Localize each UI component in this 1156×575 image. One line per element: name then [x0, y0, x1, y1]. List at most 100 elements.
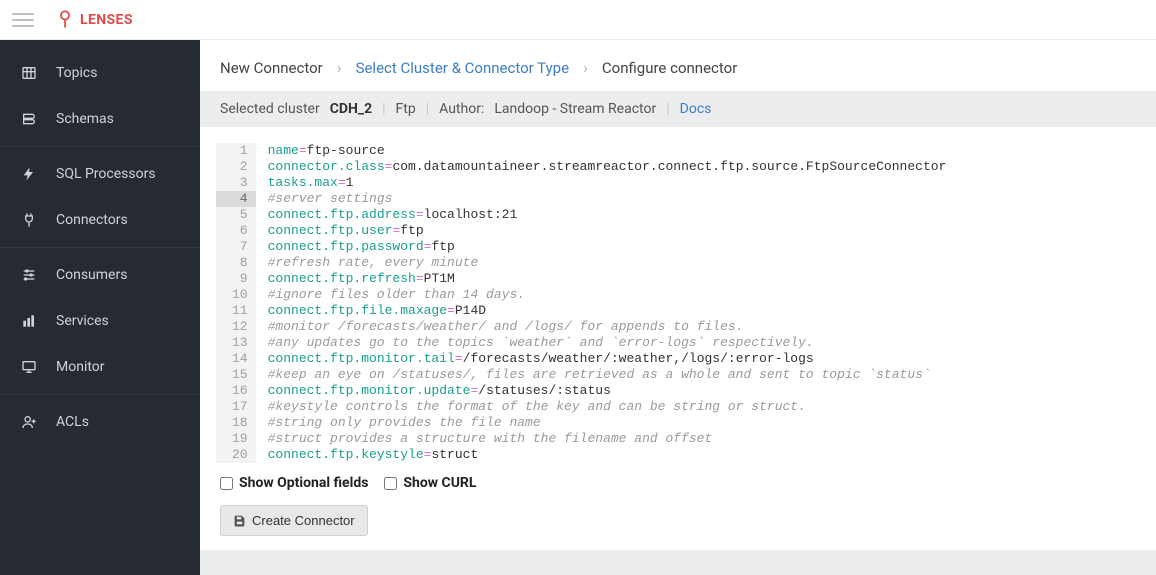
code-line: #any updates go to the topics `weather` … — [268, 335, 1140, 351]
sidebar-item-services[interactable]: Services — [0, 298, 200, 344]
code-line: connect.ftp.password=ftp — [268, 239, 1140, 255]
nav-group: SQL Processors Connectors — [0, 146, 200, 247]
sidebar-item-label: SQL Processors — [56, 166, 156, 182]
sidebar-item-connectors[interactable]: Connectors — [0, 197, 200, 243]
sidebar-item-label: Connectors — [56, 212, 128, 228]
line-number: 10 — [216, 287, 256, 303]
code-line: connect.ftp.address=localhost:21 — [268, 207, 1140, 223]
nav-group: ACLs — [0, 394, 200, 449]
line-number: 18 — [216, 415, 256, 431]
code-editor[interactable]: 1234567891011121314151617181920 name=ftp… — [200, 127, 1156, 469]
code-line: #server settings — [268, 191, 1140, 207]
sidebar-item-consumers[interactable]: Consumers — [0, 252, 200, 298]
menu-toggle-icon[interactable] — [12, 13, 34, 27]
editor-controls: Show Optional fields Show CURL — [200, 469, 1156, 505]
sliders-icon — [20, 266, 38, 284]
sidebar-item-label: Monitor — [56, 359, 105, 375]
line-number: 13 — [216, 335, 256, 351]
sidebar-item-monitor[interactable]: Monitor — [0, 344, 200, 390]
sidebar-item-label: ACLs — [56, 414, 89, 430]
sidebar: Topics Schemas SQL Processors Connectors Con… — [0, 40, 200, 575]
create-connector-label: Create Connector — [252, 513, 355, 528]
line-number: 1 — [216, 143, 256, 159]
line-number: 20 — [216, 447, 256, 463]
line-number: 5 — [216, 207, 256, 223]
sidebar-item-acls[interactable]: ACLs — [0, 399, 200, 445]
sidebar-item-sql-processors[interactable]: SQL Processors — [0, 151, 200, 197]
author-value: Landoop - Stream Reactor — [494, 101, 656, 117]
layers-icon — [20, 110, 38, 128]
bolt-icon — [20, 165, 38, 183]
code-line: #string only provides the file name — [268, 415, 1140, 431]
info-divider: | — [382, 101, 385, 117]
chevron-right-icon: › — [337, 58, 342, 77]
breadcrumb-item: Configure connector — [602, 59, 737, 77]
selected-cluster-label: Selected cluster — [220, 101, 320, 117]
brand-name: LENSES — [80, 12, 133, 28]
info-divider: | — [426, 101, 429, 117]
nav-group: Consumers Services Monitor — [0, 247, 200, 394]
sidebar-item-label: Services — [56, 313, 109, 329]
line-number: 16 — [216, 383, 256, 399]
line-number: 12 — [216, 319, 256, 335]
show-curl-input[interactable] — [384, 477, 397, 490]
sidebar-item-label: Topics — [56, 65, 97, 81]
useradd-icon — [20, 413, 38, 431]
save-icon — [233, 514, 246, 527]
main-content: New Connector›Select Cluster & Connector… — [200, 40, 1156, 575]
action-row: Create Connector — [200, 505, 1156, 550]
code-line: connect.ftp.user=ftp — [268, 223, 1140, 239]
show-optional-label: Show Optional fields — [239, 475, 368, 491]
footer-bar — [200, 550, 1156, 575]
show-optional-checkbox[interactable]: Show Optional fields — [220, 475, 368, 491]
chevron-right-icon: › — [583, 58, 588, 77]
line-number: 6 — [216, 223, 256, 239]
code-line: connect.ftp.file.maxage=P14D — [268, 303, 1140, 319]
line-number: 19 — [216, 431, 256, 447]
sidebar-item-label: Consumers — [56, 267, 127, 283]
line-number: 11 — [216, 303, 256, 319]
code-line: connect.ftp.keystyle=struct — [268, 447, 1140, 463]
connector-type: Ftp — [396, 101, 416, 117]
line-number: 9 — [216, 271, 256, 287]
topbar: LENSES — [0, 0, 1156, 40]
monitor-icon — [20, 358, 38, 376]
code-line: #keystyle controls the format of the key… — [268, 399, 1140, 415]
breadcrumb-item[interactable]: Select Cluster & Connector Type — [356, 59, 570, 77]
code-line: #refresh rate, every minute — [268, 255, 1140, 271]
line-number: 3 — [216, 175, 256, 191]
line-number-gutter: 1234567891011121314151617181920 — [216, 143, 256, 463]
code-line: #monitor /forecasts/weather/ and /logs/ … — [268, 319, 1140, 335]
code-area[interactable]: name=ftp-sourceconnector.class=com.datam… — [256, 143, 1140, 463]
line-number: 7 — [216, 239, 256, 255]
create-connector-button[interactable]: Create Connector — [220, 505, 368, 536]
show-curl-label: Show CURL — [403, 475, 476, 491]
sidebar-item-topics[interactable]: Topics — [0, 50, 200, 96]
docs-link[interactable]: Docs — [680, 101, 712, 117]
lens-icon — [58, 9, 72, 31]
breadcrumb: New Connector›Select Cluster & Connector… — [200, 40, 1156, 91]
line-number: 17 — [216, 399, 256, 415]
line-number: 2 — [216, 159, 256, 175]
code-line: connect.ftp.refresh=PT1M — [268, 271, 1140, 287]
barchart-icon — [20, 312, 38, 330]
sidebar-item-schemas[interactable]: Schemas — [0, 96, 200, 142]
show-optional-input[interactable] — [220, 477, 233, 490]
author-label: Author: — [439, 101, 484, 117]
line-number: 15 — [216, 367, 256, 383]
code-line: #struct provides a structure with the fi… — [268, 431, 1140, 447]
code-line: connector.class=com.datamountaineer.stre… — [268, 159, 1140, 175]
info-divider: | — [666, 101, 669, 117]
line-number: 8 — [216, 255, 256, 271]
table-icon — [20, 64, 38, 82]
selected-cluster-value: CDH_2 — [330, 101, 372, 117]
sidebar-item-label: Schemas — [56, 111, 114, 127]
brand-logo[interactable]: LENSES — [58, 9, 133, 31]
show-curl-checkbox[interactable]: Show CURL — [384, 475, 476, 491]
plug-icon — [20, 211, 38, 229]
line-number: 14 — [216, 351, 256, 367]
info-bar: Selected cluster CDH_2 | Ftp | Author: L… — [200, 91, 1156, 127]
code-line: #ignore files older than 14 days. — [268, 287, 1140, 303]
nav-group: Topics Schemas — [0, 46, 200, 146]
code-line: name=ftp-source — [268, 143, 1140, 159]
